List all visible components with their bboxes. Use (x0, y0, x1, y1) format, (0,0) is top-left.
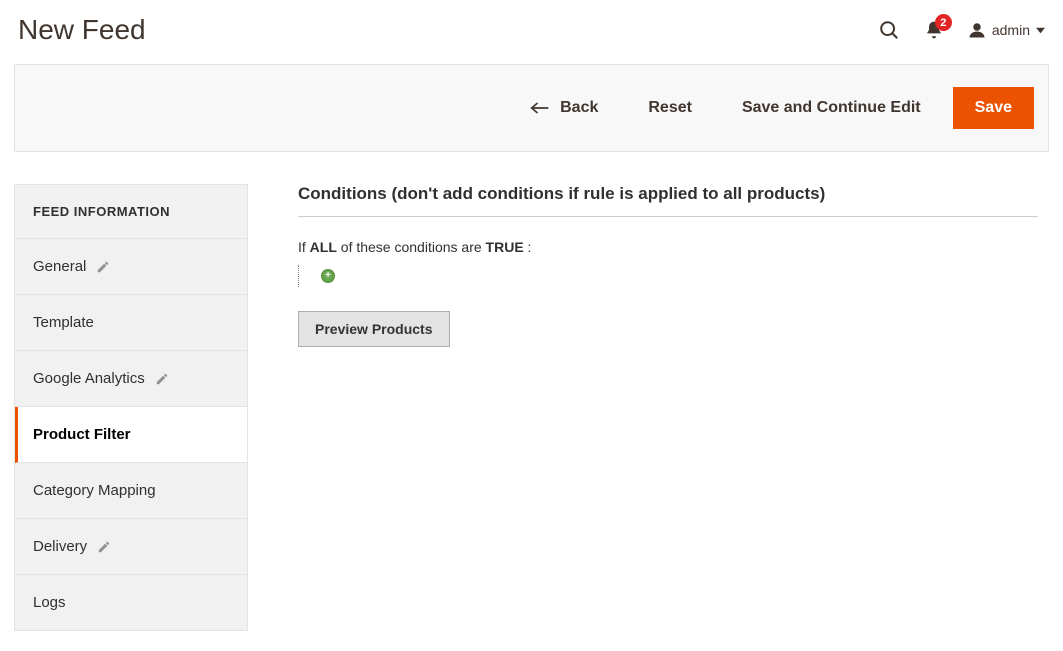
sidebar-item-template[interactable]: Template (15, 295, 247, 351)
action-bar: Back Reset Save and Continue Edit Save (14, 64, 1049, 152)
conditions-section-title: Conditions (don't add conditions if rule… (298, 184, 1038, 217)
add-condition-icon[interactable]: + (321, 269, 335, 283)
sidebar-item-product-filter[interactable]: Product Filter (15, 407, 247, 463)
notifications-badge: 2 (935, 14, 952, 31)
sidebar-item-general[interactable]: General (15, 239, 247, 295)
sidebar-item-category-mapping[interactable]: Category Mapping (15, 463, 247, 519)
sidebar-item-label: Delivery (33, 538, 87, 555)
user-menu[interactable]: admin (968, 21, 1045, 39)
header-actions: 2 admin (878, 19, 1045, 41)
sidebar-item-google-analytics[interactable]: Google Analytics (15, 351, 247, 407)
condition-sentence: If ALL of these conditions are TRUE : (298, 239, 1038, 255)
condition-prefix: If (298, 239, 310, 255)
save-button[interactable]: Save (953, 87, 1034, 129)
sidebar-item-label: Category Mapping (33, 482, 156, 499)
sidebar-item-label: Template (33, 314, 94, 331)
sidebar-item-label: General (33, 258, 86, 275)
condition-suffix: : (524, 239, 532, 255)
condition-value[interactable]: TRUE (486, 239, 524, 255)
reset-button[interactable]: Reset (630, 89, 710, 127)
save-continue-button[interactable]: Save and Continue Edit (724, 89, 939, 127)
user-name: admin (992, 22, 1030, 38)
condition-tree: + (298, 265, 1038, 287)
condition-middle: of these conditions are (337, 239, 486, 255)
pencil-icon (97, 540, 111, 554)
sidebar-item-label: Logs (33, 594, 66, 611)
main-content: Conditions (don't add conditions if rule… (298, 184, 1038, 347)
sidebar-item-label: Product Filter (33, 426, 131, 443)
back-button[interactable]: Back (512, 89, 616, 127)
notifications-icon[interactable]: 2 (924, 20, 944, 40)
chevron-down-icon (1036, 26, 1045, 35)
sidebar: FEED INFORMATION General Template Google A… (14, 184, 248, 631)
search-icon[interactable] (878, 19, 900, 41)
sidebar-title: FEED INFORMATION (15, 185, 247, 239)
pencil-icon (96, 260, 110, 274)
pencil-icon (155, 372, 169, 386)
user-icon (968, 21, 986, 39)
sidebar-item-delivery[interactable]: Delivery (15, 519, 247, 575)
sidebar-item-logs[interactable]: Logs (15, 575, 247, 631)
page-title: New Feed (18, 14, 146, 46)
condition-aggregator[interactable]: ALL (310, 239, 337, 255)
preview-products-button[interactable]: Preview Products (298, 311, 450, 347)
back-label: Back (560, 99, 598, 117)
sidebar-item-label: Google Analytics (33, 370, 145, 387)
arrow-left-icon (530, 101, 550, 115)
